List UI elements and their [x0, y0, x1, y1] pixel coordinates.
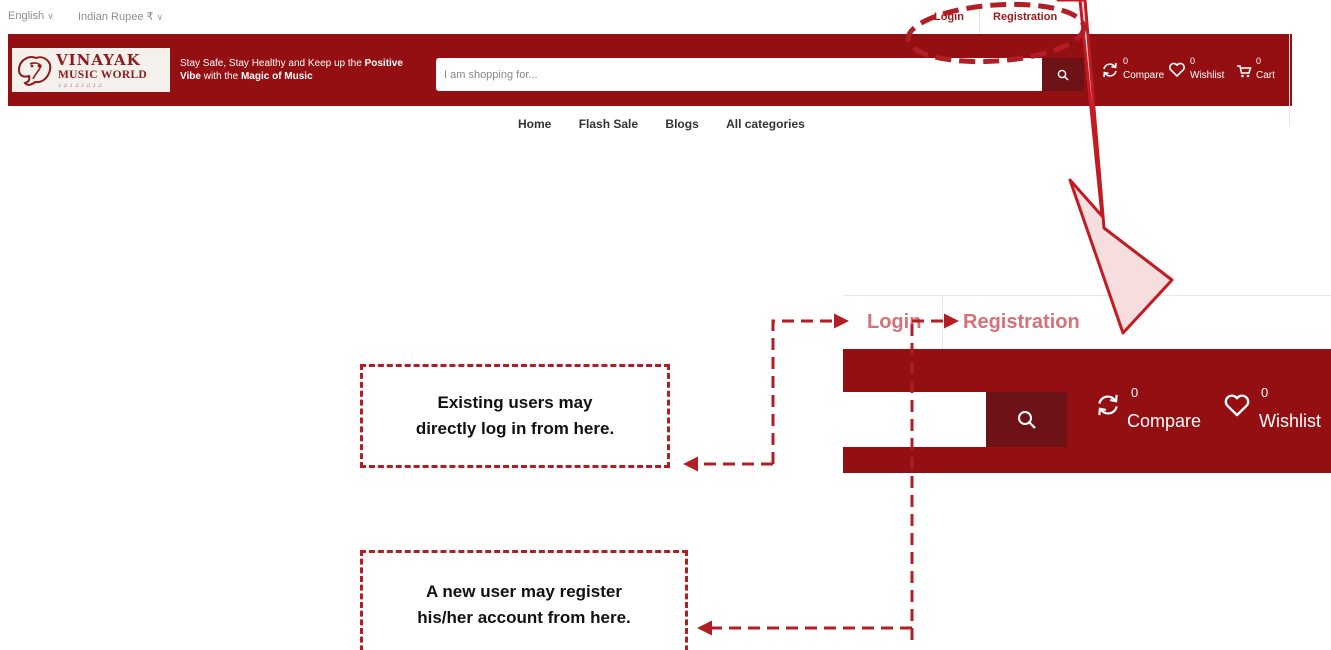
logo-subtitle: MUSIC WORLD	[58, 69, 148, 81]
heart-icon	[1224, 394, 1250, 417]
login-link[interactable]: Login	[934, 11, 964, 23]
annotation-text: directly log in from here.	[415, 419, 615, 438]
heart-icon	[1169, 62, 1185, 77]
cart-count: 0	[1256, 56, 1262, 66]
search-icon	[1017, 410, 1036, 429]
annotation-text: A new user may register	[426, 582, 622, 601]
music-notes-decoration: ♪♫♪♫♪♫♪♫	[58, 83, 104, 89]
cart-icon	[1237, 65, 1252, 78]
refresh-icon	[1098, 394, 1118, 416]
wishlist-label: Wishlist	[1190, 70, 1225, 81]
nav-item-all-categories[interactable]: All categories	[726, 117, 805, 131]
language-label: English	[8, 10, 45, 22]
logo-title: VINAYAK	[56, 51, 141, 69]
zoomed-wishlist-label: Wishlist	[1259, 411, 1321, 431]
tagline-bold: Vibe	[180, 71, 201, 82]
registration-annotation-box: A new user may register his/her account …	[360, 550, 688, 650]
divider	[979, 4, 980, 34]
tagline-text: with the	[200, 71, 241, 82]
nav-item-flash-sale[interactable]: Flash Sale	[579, 117, 638, 131]
currency-selector[interactable]: Indian Rupee ₹ ∨	[78, 10, 163, 23]
cart-label: Cart	[1256, 70, 1275, 81]
search-button[interactable]	[1042, 58, 1084, 91]
annotation-text: Existing users may	[437, 393, 593, 412]
zoomed-search-button[interactable]	[986, 392, 1067, 447]
zoomed-registration-link[interactable]: Registration	[963, 311, 1080, 334]
nav-item-blogs[interactable]: Blogs	[665, 117, 698, 131]
search-icon	[1057, 69, 1069, 81]
page-edge-divider	[1289, 34, 1290, 126]
zoomed-header: 0 Compare 0 Wishlist	[843, 349, 1331, 473]
login-connector-arrow	[771, 313, 849, 464]
header-tagline: Stay Safe, Stay Healthy and Keep up the …	[180, 57, 430, 83]
ganesha-logo-icon	[17, 56, 52, 86]
annotation-text: his/her account from here.	[417, 608, 631, 627]
nav-item-home[interactable]: Home	[518, 117, 551, 131]
compare-count: 0	[1123, 56, 1129, 66]
zoomed-search-input[interactable]	[843, 392, 986, 447]
chevron-down-icon: ∨	[156, 12, 164, 22]
tagline-bold: Positive	[364, 58, 403, 69]
zoomed-wishlist-count: 0	[1261, 385, 1269, 400]
zoomed-compare-count: 0	[1131, 385, 1139, 400]
main-nav: Home Flash Sale Blogs All categories	[518, 117, 829, 131]
registration-link[interactable]: Registration	[993, 11, 1057, 23]
currency-label: Indian Rupee ₹	[78, 11, 154, 23]
chevron-down-icon: ∨	[47, 11, 54, 21]
site-logo[interactable]: VINAYAK MUSIC WORLD ♪♫♪♫♪♫♪♫	[12, 48, 170, 92]
zoomed-login-link[interactable]: Login	[867, 311, 921, 334]
zoomed-compare-label: Compare	[1127, 411, 1202, 431]
tagline-bold: Magic of Music	[240, 71, 313, 82]
refresh-icon	[1103, 62, 1117, 78]
login-annotation-box: Existing users may directly log in from …	[360, 364, 670, 468]
wishlist-count: 0	[1190, 56, 1196, 66]
top-utility-bar: English ∨ Indian Rupee ₹ ∨ Login Registrat…	[0, 0, 1292, 34]
site-header: VINAYAK MUSIC WORLD ♪♫♪♫♪♫♪♫ Stay Safe, …	[8, 34, 1292, 106]
tagline-text: Stay Safe, Stay Healthy and Keep up the	[180, 58, 365, 69]
divider	[942, 296, 943, 350]
language-selector[interactable]: English ∨	[8, 10, 54, 22]
compare-label: Compare	[1123, 70, 1165, 81]
search-input[interactable]	[436, 58, 1042, 91]
zoomed-topbar: Login Registration	[843, 295, 1331, 350]
